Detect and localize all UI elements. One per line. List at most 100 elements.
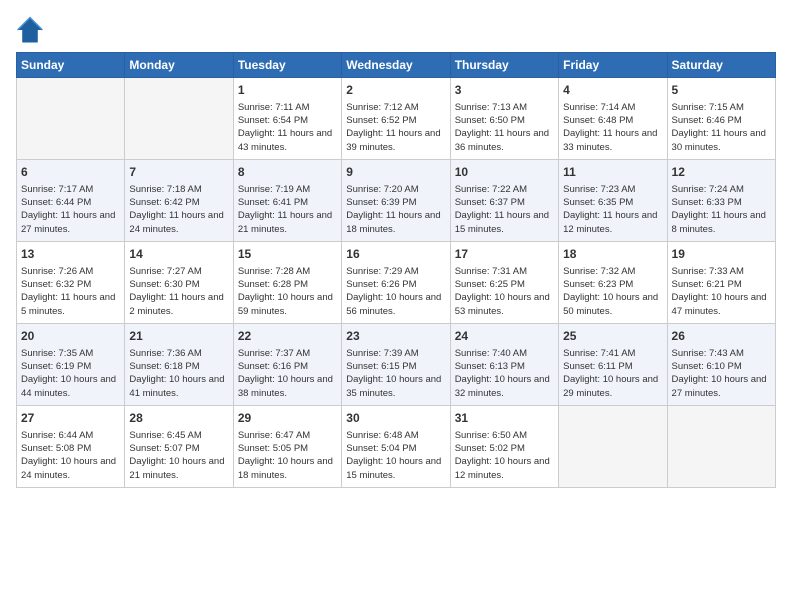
calendar-cell: 8 Sunrise: 7:19 AM Sunset: 6:41 PM Daylig… — [233, 160, 341, 242]
day-number: 8 — [238, 164, 337, 181]
day-number: 4 — [563, 82, 662, 99]
day-info: Sunrise: 7:23 AM Sunset: 6:35 PM Dayligh… — [563, 183, 662, 236]
calendar-week-1: 1 Sunrise: 7:11 AM Sunset: 6:54 PM Daylig… — [17, 78, 776, 160]
calendar-cell: 10 Sunrise: 7:22 AM Sunset: 6:37 PM Dayli… — [450, 160, 558, 242]
calendar-cell: 15Sunrise: 7:28 AM Sunset: 6:28 PM Dayli… — [233, 242, 341, 324]
day-info: Sunrise: 7:36 AM Sunset: 6:18 PM Dayligh… — [129, 347, 228, 400]
day-info: Sunrise: 7:29 AM Sunset: 6:26 PM Dayligh… — [346, 265, 445, 318]
calendar-cell: 1 Sunrise: 7:11 AM Sunset: 6:54 PM Daylig… — [233, 78, 341, 160]
day-info: Sunrise: 7:15 AM Sunset: 6:46 PM Dayligh… — [672, 101, 771, 154]
header — [16, 16, 776, 44]
calendar-cell: 31 Sunrise: 6:50 AM Sunset: 5:02 PM Dayli… — [450, 406, 558, 488]
calendar-cell: 3Sunrise: 7:13 AM Sunset: 6:50 PM Daylig… — [450, 78, 558, 160]
day-number: 18 — [563, 246, 662, 263]
calendar-cell: 5 Sunrise: 7:15 AM Sunset: 6:46 PM Daylig… — [667, 78, 775, 160]
calendar-cell: 18Sunrise: 7:32 AM Sunset: 6:23 PM Dayli… — [559, 242, 667, 324]
weekday-wednesday: Wednesday — [342, 53, 450, 78]
day-info: Sunrise: 7:37 AM Sunset: 6:16 PM Dayligh… — [238, 347, 337, 400]
day-info: Sunrise: 7:31 AM Sunset: 6:25 PM Dayligh… — [455, 265, 554, 318]
day-info: Sunrise: 6:44 AM Sunset: 5:08 PM Dayligh… — [21, 429, 120, 482]
day-info: Sunrise: 7:19 AM Sunset: 6:41 PM Dayligh… — [238, 183, 337, 236]
day-number: 28 — [129, 410, 228, 427]
calendar-cell: 7 Sunrise: 7:18 AM Sunset: 6:42 PM Daylig… — [125, 160, 233, 242]
day-info: Sunrise: 7:41 AM Sunset: 6:11 PM Dayligh… — [563, 347, 662, 400]
day-number: 14 — [129, 246, 228, 263]
calendar-cell: 2Sunrise: 7:12 AM Sunset: 6:52 PM Daylig… — [342, 78, 450, 160]
day-info: Sunrise: 7:35 AM Sunset: 6:19 PM Dayligh… — [21, 347, 120, 400]
weekday-thursday: Thursday — [450, 53, 558, 78]
day-number: 6 — [21, 164, 120, 181]
day-info: Sunrise: 6:45 AM Sunset: 5:07 PM Dayligh… — [129, 429, 228, 482]
calendar-cell: 4 Sunrise: 7:14 AM Sunset: 6:48 PM Daylig… — [559, 78, 667, 160]
day-info: Sunrise: 7:28 AM Sunset: 6:28 PM Dayligh… — [238, 265, 337, 318]
day-number: 20 — [21, 328, 120, 345]
calendar-cell: 22 Sunrise: 7:37 AM Sunset: 6:16 PM Dayli… — [233, 324, 341, 406]
day-info: Sunrise: 6:50 AM Sunset: 5:02 PM Dayligh… — [455, 429, 554, 482]
calendar-cell: 6Sunrise: 7:17 AM Sunset: 6:44 PM Daylig… — [17, 160, 125, 242]
day-info: Sunrise: 7:33 AM Sunset: 6:21 PM Dayligh… — [672, 265, 771, 318]
calendar-cell — [17, 78, 125, 160]
weekday-monday: Monday — [125, 53, 233, 78]
day-info: Sunrise: 7:11 AM Sunset: 6:54 PM Dayligh… — [238, 101, 337, 154]
day-number: 10 — [455, 164, 554, 181]
day-number: 21 — [129, 328, 228, 345]
calendar-week-2: 6Sunrise: 7:17 AM Sunset: 6:44 PM Daylig… — [17, 160, 776, 242]
day-info: Sunrise: 7:39 AM Sunset: 6:15 PM Dayligh… — [346, 347, 445, 400]
logo — [16, 16, 48, 44]
day-number: 9 — [346, 164, 445, 181]
calendar-table: SundayMondayTuesdayWednesdayThursdayFrid… — [16, 52, 776, 488]
day-number: 11 — [563, 164, 662, 181]
calendar-cell: 11 Sunrise: 7:23 AM Sunset: 6:35 PM Dayli… — [559, 160, 667, 242]
day-number: 19 — [672, 246, 771, 263]
calendar-container: SundayMondayTuesdayWednesdayThursdayFrid… — [0, 0, 792, 612]
day-info: Sunrise: 7:18 AM Sunset: 6:42 PM Dayligh… — [129, 183, 228, 236]
calendar-cell: 24 Sunrise: 7:40 AM Sunset: 6:13 PM Dayli… — [450, 324, 558, 406]
day-info: Sunrise: 6:48 AM Sunset: 5:04 PM Dayligh… — [346, 429, 445, 482]
calendar-cell: 20 Sunrise: 7:35 AM Sunset: 6:19 PM Dayli… — [17, 324, 125, 406]
day-info: Sunrise: 7:40 AM Sunset: 6:13 PM Dayligh… — [455, 347, 554, 400]
day-number: 5 — [672, 82, 771, 99]
day-number: 22 — [238, 328, 337, 345]
calendar-cell: 30 Sunrise: 6:48 AM Sunset: 5:04 PM Dayli… — [342, 406, 450, 488]
weekday-header-row: SundayMondayTuesdayWednesdayThursdayFrid… — [17, 53, 776, 78]
day-number: 1 — [238, 82, 337, 99]
calendar-cell: 17 Sunrise: 7:31 AM Sunset: 6:25 PM Dayli… — [450, 242, 558, 324]
calendar-week-4: 20 Sunrise: 7:35 AM Sunset: 6:19 PM Dayli… — [17, 324, 776, 406]
weekday-saturday: Saturday — [667, 53, 775, 78]
day-number: 30 — [346, 410, 445, 427]
weekday-friday: Friday — [559, 53, 667, 78]
calendar-cell: 19 Sunrise: 7:33 AM Sunset: 6:21 PM Dayli… — [667, 242, 775, 324]
calendar-cell: 27 Sunrise: 6:44 AM Sunset: 5:08 PM Dayli… — [17, 406, 125, 488]
day-number: 17 — [455, 246, 554, 263]
day-number: 24 — [455, 328, 554, 345]
calendar-cell: 16 Sunrise: 7:29 AM Sunset: 6:26 PM Dayli… — [342, 242, 450, 324]
day-number: 3 — [455, 82, 554, 99]
calendar-week-3: 13Sunrise: 7:26 AM Sunset: 6:32 PM Dayli… — [17, 242, 776, 324]
day-number: 26 — [672, 328, 771, 345]
calendar-cell: 12Sunrise: 7:24 AM Sunset: 6:33 PM Dayli… — [667, 160, 775, 242]
day-info: Sunrise: 7:20 AM Sunset: 6:39 PM Dayligh… — [346, 183, 445, 236]
day-info: Sunrise: 7:27 AM Sunset: 6:30 PM Dayligh… — [129, 265, 228, 318]
calendar-cell — [667, 406, 775, 488]
day-number: 23 — [346, 328, 445, 345]
calendar-cell: 25 Sunrise: 7:41 AM Sunset: 6:11 PM Dayli… — [559, 324, 667, 406]
day-number: 7 — [129, 164, 228, 181]
day-info: Sunrise: 7:12 AM Sunset: 6:52 PM Dayligh… — [346, 101, 445, 154]
weekday-tuesday: Tuesday — [233, 53, 341, 78]
day-info: Sunrise: 7:22 AM Sunset: 6:37 PM Dayligh… — [455, 183, 554, 236]
day-number: 12 — [672, 164, 771, 181]
day-number: 27 — [21, 410, 120, 427]
day-info: Sunrise: 7:14 AM Sunset: 6:48 PM Dayligh… — [563, 101, 662, 154]
calendar-week-5: 27 Sunrise: 6:44 AM Sunset: 5:08 PM Dayli… — [17, 406, 776, 488]
day-number: 16 — [346, 246, 445, 263]
calendar-cell: 9 Sunrise: 7:20 AM Sunset: 6:39 PM Daylig… — [342, 160, 450, 242]
calendar-cell: 26Sunrise: 7:43 AM Sunset: 6:10 PM Dayli… — [667, 324, 775, 406]
day-number: 29 — [238, 410, 337, 427]
calendar-cell — [559, 406, 667, 488]
calendar-cell: 29Sunrise: 6:47 AM Sunset: 5:05 PM Dayli… — [233, 406, 341, 488]
calendar-cell: 14 Sunrise: 7:27 AM Sunset: 6:30 PM Dayli… — [125, 242, 233, 324]
day-number: 31 — [455, 410, 554, 427]
day-number: 13 — [21, 246, 120, 263]
calendar-cell — [125, 78, 233, 160]
day-number: 25 — [563, 328, 662, 345]
